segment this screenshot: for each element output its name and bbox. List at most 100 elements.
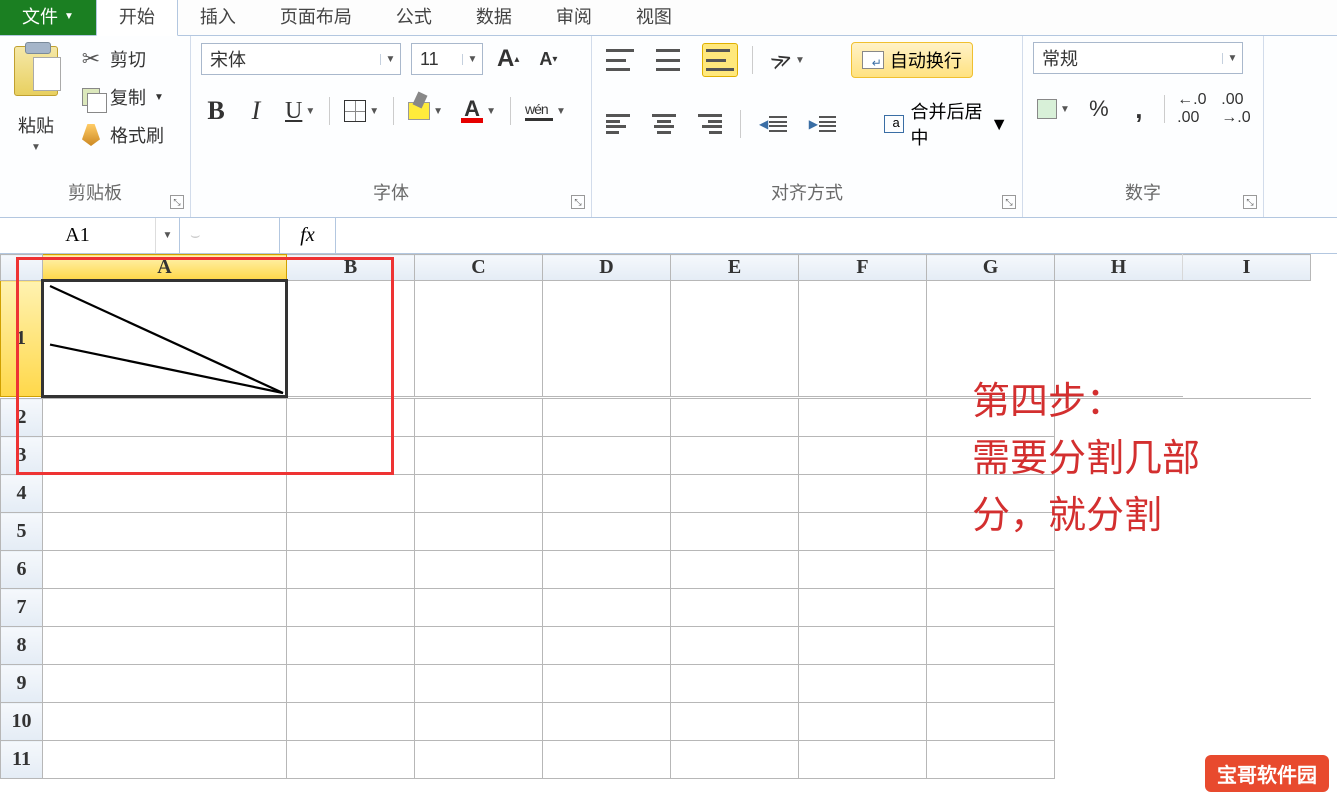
row-header-4[interactable]: 4 (1, 475, 43, 513)
bold-button[interactable]: B (201, 94, 231, 128)
cell-A9[interactable] (43, 665, 287, 703)
cell-F3[interactable] (799, 437, 927, 475)
cell-C8[interactable] (415, 627, 543, 665)
cell-A11[interactable] (43, 741, 287, 779)
dialog-launcher-icon[interactable]: ⤡ (170, 195, 184, 209)
cell-E6[interactable] (671, 551, 799, 589)
cell-G11[interactable] (927, 741, 1055, 779)
cell-D11[interactable] (543, 741, 671, 779)
format-painter-button[interactable]: 格式刷 (80, 122, 164, 148)
col-header-G[interactable]: G (927, 255, 1055, 281)
copy-button[interactable]: 复制 ▼ (80, 84, 164, 110)
cell-B8[interactable] (287, 627, 415, 665)
cell-B3[interactable] (287, 437, 415, 475)
tab-page-layout[interactable]: 页面布局 (258, 0, 374, 35)
cut-button[interactable]: ✂ 剪切 (80, 46, 164, 72)
cell-B1[interactable] (287, 281, 415, 397)
cell-E3[interactable] (671, 437, 799, 475)
cell-B5[interactable] (287, 513, 415, 551)
cell-H10[interactable] (1055, 703, 1183, 741)
chevron-down-icon[interactable]: ▼ (795, 55, 805, 66)
col-header-I[interactable]: I (1183, 255, 1311, 281)
cell-A4[interactable] (43, 475, 287, 513)
align-center-button[interactable] (648, 107, 680, 141)
tab-formulas[interactable]: 公式 (374, 0, 454, 35)
paste-button[interactable]: 粘贴 ▼ (10, 46, 62, 173)
decrease-indent-button[interactable]: ◀ (755, 107, 791, 141)
cell-H9[interactable] (1055, 665, 1183, 703)
cell-I10[interactable] (1183, 703, 1311, 741)
chevron-down-icon[interactable]: ▼ (433, 106, 443, 117)
chevron-down-icon[interactable]: ▼ (305, 106, 315, 117)
cell-F2[interactable] (799, 399, 927, 437)
cell-D3[interactable] (543, 437, 671, 475)
cell-H11[interactable] (1055, 741, 1183, 779)
align-left-button[interactable] (602, 107, 634, 141)
chevron-down-icon[interactable]: ▼ (369, 106, 379, 117)
cell-D5[interactable] (543, 513, 671, 551)
cell-B4[interactable] (287, 475, 415, 513)
cell-I8[interactable] (1183, 627, 1311, 665)
decrease-decimal-button[interactable]: .00→.0 (1219, 92, 1253, 126)
cell-B6[interactable] (287, 551, 415, 589)
cell-F5[interactable] (799, 513, 927, 551)
cell-E10[interactable] (671, 703, 799, 741)
cell-F4[interactable] (799, 475, 927, 513)
fill-color-button[interactable]: ▼ (404, 94, 447, 128)
col-header-F[interactable]: F (799, 255, 927, 281)
row-header-9[interactable]: 9 (1, 665, 43, 703)
font-name-combo[interactable]: 宋体 ▼ (201, 43, 401, 75)
row-header-7[interactable]: 7 (1, 589, 43, 627)
cell-C11[interactable] (415, 741, 543, 779)
cell-A2[interactable] (43, 399, 287, 437)
cell-E11[interactable] (671, 741, 799, 779)
comma-button[interactable]: , (1124, 92, 1154, 126)
cell-F11[interactable] (799, 741, 927, 779)
cell-F8[interactable] (799, 627, 927, 665)
cell-G8[interactable] (927, 627, 1055, 665)
cell-C2[interactable] (415, 399, 543, 437)
percent-button[interactable]: % (1084, 92, 1114, 126)
col-header-E[interactable]: E (671, 255, 799, 281)
font-color-button[interactable]: A▼ (457, 94, 500, 128)
cell-G9[interactable] (927, 665, 1055, 703)
tab-data[interactable]: 数据 (454, 0, 534, 35)
cell-A10[interactable] (43, 703, 287, 741)
dialog-launcher-icon[interactable]: ⤡ (571, 195, 585, 209)
cell-H7[interactable] (1055, 589, 1183, 627)
chevron-down-icon[interactable]: ▼ (990, 114, 1008, 135)
cell-D6[interactable] (543, 551, 671, 589)
col-header-A[interactable]: A (43, 255, 287, 281)
cell-H8[interactable] (1055, 627, 1183, 665)
col-header-D[interactable]: D (543, 255, 671, 281)
cell-F1[interactable] (799, 281, 927, 397)
cell-A3[interactable] (43, 437, 287, 475)
cell-D10[interactable] (543, 703, 671, 741)
row-header-1[interactable]: 1 (1, 281, 43, 397)
increase-indent-button[interactable]: ▶ (805, 107, 841, 141)
dialog-launcher-icon[interactable]: ⤡ (1243, 195, 1257, 209)
cell-C4[interactable] (415, 475, 543, 513)
cell-F9[interactable] (799, 665, 927, 703)
cell-A8[interactable] (43, 627, 287, 665)
borders-button[interactable]: ▼ (340, 94, 383, 128)
dialog-launcher-icon[interactable]: ⤡ (1002, 195, 1016, 209)
col-header-H[interactable]: H (1055, 255, 1183, 281)
align-top-button[interactable] (602, 43, 638, 77)
cell-A6[interactable] (43, 551, 287, 589)
chevron-down-icon[interactable]: ▼ (462, 54, 482, 65)
row-header-5[interactable]: 5 (1, 513, 43, 551)
font-size-combo[interactable]: 11 ▼ (411, 43, 483, 75)
cell-E5[interactable] (671, 513, 799, 551)
tab-review[interactable]: 审阅 (534, 0, 614, 35)
cell-D1[interactable] (543, 281, 671, 397)
cell-B7[interactable] (287, 589, 415, 627)
cell-B11[interactable] (287, 741, 415, 779)
select-all-corner[interactable] (1, 255, 43, 281)
orientation-button[interactable]: ≫▼ (767, 43, 809, 77)
tab-file[interactable]: 文件 ▼ (0, 0, 96, 35)
cell-C7[interactable] (415, 589, 543, 627)
col-header-B[interactable]: B (287, 255, 415, 281)
cell-I4[interactable] (1183, 475, 1311, 513)
number-format-combo[interactable]: 常规 ▼ (1033, 42, 1243, 74)
